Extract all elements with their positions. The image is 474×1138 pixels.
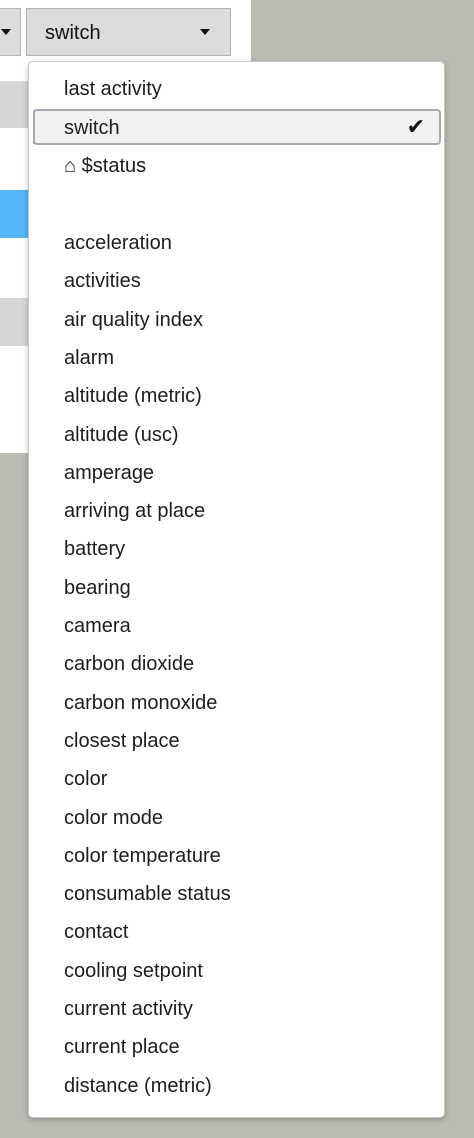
attribute-dropdown-menu[interactable]: last activity switch ✔ ⌂ $status acceler… (28, 61, 445, 1118)
menu-item-switch-selected[interactable]: switch ✔ (33, 109, 441, 145)
menu-item-label: air quality index (64, 309, 203, 331)
menu-item-attribute[interactable]: air quality index (29, 301, 444, 339)
menu-item-attribute[interactable]: cooling setpoint (29, 952, 444, 990)
menu-item-attribute[interactable]: current place (29, 1028, 444, 1066)
menu-item-attribute[interactable]: current activity (29, 990, 444, 1028)
chevron-down-icon (1, 29, 11, 35)
menu-item-label: last activity (64, 78, 162, 100)
menu-item-label: cooling setpoint (64, 960, 203, 982)
menu-item-status[interactable]: ⌂ $status (29, 147, 444, 185)
menu-item-attribute[interactable]: camera (29, 607, 444, 645)
menu-item-label: acceleration (64, 232, 172, 254)
menu-item-label: current place (64, 1036, 180, 1058)
menu-item-attribute[interactable]: consumable status (29, 875, 444, 913)
menu-item-label: contact (64, 921, 129, 943)
menu-item-attribute[interactable]: alarm (29, 339, 444, 377)
menu-item-attribute[interactable]: altitude (metric) (29, 377, 444, 415)
menu-item-last-activity[interactable]: last activity (29, 70, 444, 108)
menu-item-attribute[interactable]: acceleration (29, 224, 444, 262)
attribute-select[interactable]: switch (26, 8, 231, 56)
attribute-select-value: switch (45, 22, 101, 44)
menu-item-attribute[interactable]: closest place (29, 722, 444, 760)
menu-item-label: consumable status (64, 883, 231, 905)
menu-item-label: altitude (usc) (64, 424, 179, 446)
menu-item-label: activities (64, 270, 141, 292)
menu-item-attribute[interactable]: altitude (usc) (29, 416, 444, 454)
menu-item-label: alarm (64, 347, 115, 369)
menu-item-label: color mode (64, 807, 163, 829)
menu-item-attribute[interactable]: carbon dioxide (29, 645, 444, 683)
menu-item-attribute[interactable]: color mode (29, 799, 444, 837)
menu-item-label: switch (64, 117, 120, 139)
menu-item-label: closest place (64, 730, 180, 752)
menu-item-attribute[interactable]: contact (29, 913, 444, 951)
menu-item-attribute[interactable]: distance (metric) (29, 1067, 444, 1105)
menu-item-label: distance (metric) (64, 1075, 212, 1097)
menu-item-label: ⌂ $status (64, 155, 147, 177)
menu-item-attribute[interactable]: carbon monoxide (29, 684, 444, 722)
menu-item-label: battery (64, 538, 126, 560)
panel-row-stripe (0, 81, 28, 128)
menu-item-label: carbon monoxide (64, 692, 218, 714)
checkmark-icon: ✔ (406, 114, 425, 139)
menu-item-attribute[interactable]: color temperature (29, 837, 444, 875)
menu-item-label: color temperature (64, 845, 221, 867)
menu-item-label: camera (64, 615, 131, 637)
menu-item-label: carbon dioxide (64, 653, 195, 675)
menu-item-label: bearing (64, 577, 131, 599)
menu-item-attribute[interactable]: amperage (29, 454, 444, 492)
panel-row-stripe (0, 298, 28, 346)
menu-item-attribute[interactable]: activities (29, 262, 444, 300)
menu-item-label: arriving at place (64, 500, 206, 522)
panel-row-stripe-highlighted (0, 190, 28, 238)
menu-item-label: color (64, 768, 108, 790)
menu-item-attribute[interactable]: battery (29, 530, 444, 568)
menu-item-attribute[interactable]: arriving at place (29, 492, 444, 530)
menu-item-label: altitude (metric) (64, 385, 202, 407)
chevron-down-icon (200, 29, 210, 35)
previous-select[interactable] (0, 8, 21, 56)
menu-item-label: amperage (64, 462, 155, 484)
menu-item-label: current activity (64, 998, 193, 1020)
menu-item-attribute[interactable]: bearing (29, 569, 444, 607)
menu-item-attribute[interactable]: color (29, 760, 444, 798)
